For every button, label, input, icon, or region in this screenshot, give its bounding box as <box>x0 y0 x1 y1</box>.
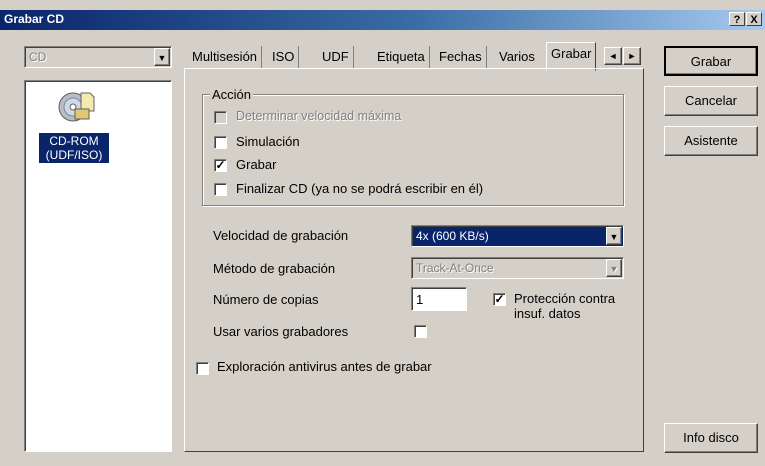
speed-combo-value: 4x (600 KB/s) <box>416 229 489 243</box>
speed-combo[interactable]: 4x (600 KB/s) ▼ <box>411 225 624 247</box>
window-title: Grabar CD <box>4 12 65 26</box>
simulation-checkbox[interactable] <box>214 136 227 149</box>
help-button[interactable]: ? <box>729 12 745 26</box>
cd-rom-item-line1: CD-ROM <box>49 134 99 148</box>
tab-etiqueta[interactable]: Etiqueta <box>373 46 430 68</box>
copies-label: Número de copias <box>213 292 319 307</box>
title-bar[interactable]: Grabar CD ? X <box>0 10 765 30</box>
cancel-button[interactable]: Cancelar <box>664 86 758 116</box>
tab-scroll-right-icon[interactable]: ► <box>623 47 641 65</box>
antivirus-label[interactable]: Exploración antivirus antes de grabar <box>217 359 432 374</box>
burn-label[interactable]: Grabar <box>236 157 276 172</box>
protection-label-line1: Protección contra <box>514 291 616 306</box>
chevron-down-icon: ▼ <box>606 259 622 277</box>
tab-iso[interactable]: ISO <box>268 46 300 68</box>
drive-combo-value: CD <box>29 50 47 64</box>
speed-label: Velocidad de grabación <box>213 228 349 243</box>
multi-recorders-checkbox[interactable] <box>414 325 427 338</box>
protection-checkbox[interactable]: ✓ <box>493 293 506 306</box>
cd-rom-item-line2: (UDF/ISO) <box>45 148 103 162</box>
finalize-cd-label[interactable]: Finalizar CD (ya no se podrá escribir en… <box>236 181 483 196</box>
finalize-cd-checkbox[interactable] <box>214 183 227 196</box>
burn-checkbox[interactable]: ✓ <box>214 159 227 172</box>
copies-input-value: 1 <box>416 292 424 307</box>
drive-combo[interactable]: CD ▼ <box>24 46 172 68</box>
chevron-down-icon[interactable]: ▼ <box>606 227 622 245</box>
burn-button[interactable]: Grabar <box>664 46 758 76</box>
recorder-list[interactable]: CD-ROM (UDF/ISO) <box>24 80 172 452</box>
tab-scroll-left-icon[interactable]: ◄ <box>604 47 622 65</box>
tab-grabar[interactable]: Grabar <box>546 42 597 71</box>
close-button[interactable]: X <box>746 12 762 26</box>
protection-label[interactable]: Protección contra insuf. datos <box>514 291 615 321</box>
cd-rom-icon <box>57 85 97 129</box>
tab-udf[interactable]: UDF <box>318 46 354 68</box>
disc-info-button-label: Info disco <box>683 430 739 445</box>
dialog-window: Grabar CD ? X CD ▼ CD-ROM (UDF/ISO) Mult… <box>0 0 765 466</box>
method-combo: Track-At-Once ▼ <box>411 257 624 279</box>
burn-button-label: Grabar <box>690 54 732 69</box>
antivirus-checkbox[interactable] <box>196 362 209 375</box>
action-group-legend: Acción <box>210 87 254 102</box>
simulation-label[interactable]: Simulación <box>236 134 300 149</box>
cancel-button-label: Cancelar <box>684 93 738 108</box>
wizard-button-label: Asistente <box>684 133 738 148</box>
method-label: Método de grabación <box>213 261 336 276</box>
determine-speed-label: Determinar velocidad máxima <box>236 109 402 123</box>
tab-fechas[interactable]: Fechas <box>435 46 487 68</box>
method-combo-value: Track-At-Once <box>416 261 494 275</box>
chevron-down-icon[interactable]: ▼ <box>154 48 170 66</box>
cd-rom-item[interactable]: CD-ROM (UDF/ISO) <box>39 133 109 163</box>
multi-recorders-label: Usar varios grabadores <box>213 324 349 339</box>
wizard-button[interactable]: Asistente <box>664 126 758 156</box>
copies-input[interactable]: 1 <box>411 287 467 311</box>
disc-info-button[interactable]: Info disco <box>664 423 758 453</box>
protection-label-line2: insuf. datos <box>514 306 581 321</box>
tab-multisesion[interactable]: Multisesión <box>188 46 263 68</box>
tab-varios[interactable]: Varios <box>495 46 539 68</box>
determine-speed-checkbox <box>214 111 227 124</box>
